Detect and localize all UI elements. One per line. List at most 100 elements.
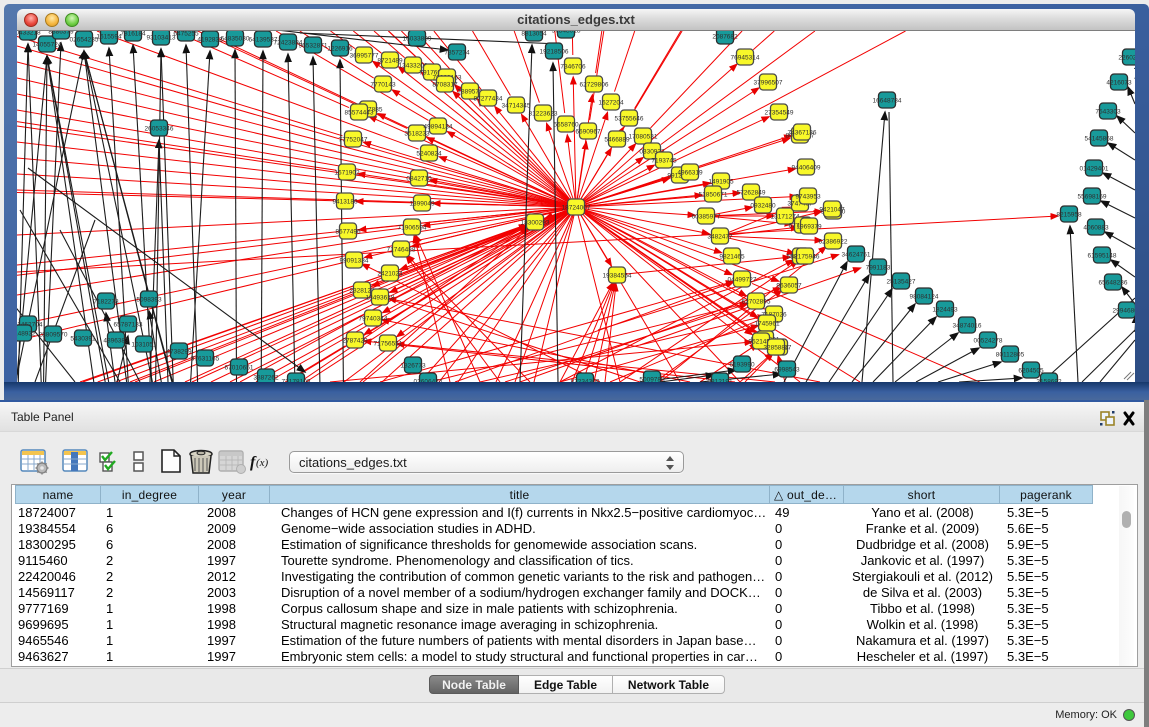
svg-text:34874016: 34874016 <box>953 323 982 330</box>
svg-text:53755646: 53755646 <box>615 116 644 123</box>
svg-text:1969379: 1969379 <box>796 224 822 231</box>
svg-text:8148932: 8148932 <box>17 331 36 338</box>
svg-text:3285884: 3285884 <box>763 345 789 352</box>
svg-text:7357274: 7357274 <box>444 50 470 57</box>
svg-text:4060883: 4060883 <box>1083 225 1109 232</box>
svg-text:37996507: 37996507 <box>754 80 783 87</box>
svg-text:1824493: 1824493 <box>932 307 958 314</box>
svg-text:16648784: 16648784 <box>873 98 902 105</box>
svg-text:1491905: 1491905 <box>708 179 734 186</box>
svg-text:67010651: 67010651 <box>225 365 254 372</box>
svg-text:62729806: 62729806 <box>580 82 609 89</box>
svg-text:73178108: 73178108 <box>282 379 311 383</box>
svg-text:6204505: 6204505 <box>1018 368 1044 375</box>
svg-text:19384554: 19384554 <box>603 273 632 280</box>
svg-text:26053346: 26053346 <box>145 126 174 133</box>
svg-text:4738299: 4738299 <box>166 349 192 356</box>
svg-text:64835030: 64835030 <box>221 36 250 43</box>
svg-text:96532871: 96532871 <box>299 43 328 50</box>
svg-text:65787133: 65787133 <box>114 322 143 329</box>
svg-text:7543303: 7543303 <box>1095 109 1121 116</box>
svg-text:82175946: 82175946 <box>791 254 820 261</box>
svg-text:3158692: 3158692 <box>1036 379 1062 383</box>
svg-text:5240824: 5240824 <box>416 151 442 158</box>
svg-text:0842710: 0842710 <box>406 176 432 183</box>
svg-text:71906594: 71906594 <box>398 225 427 232</box>
svg-text:9636057: 9636057 <box>776 283 802 290</box>
svg-text:17080531: 17080531 <box>629 134 658 141</box>
svg-text:4966319: 4966319 <box>677 170 703 177</box>
svg-text:61595148: 61595148 <box>1088 253 1117 260</box>
svg-text:65648236: 65648236 <box>1099 280 1128 287</box>
svg-text:7816184: 7816184 <box>120 31 146 38</box>
svg-text:3482477: 3482477 <box>707 234 733 241</box>
svg-text:8677496: 8677496 <box>335 229 361 236</box>
svg-text:6998543: 6998543 <box>774 367 800 374</box>
svg-text:7182278: 7182278 <box>93 299 119 306</box>
svg-text:76945314: 76945314 <box>731 55 760 62</box>
svg-text:6690967: 6690967 <box>575 129 601 136</box>
svg-text:28809570: 28809570 <box>39 332 68 339</box>
svg-text:9421047: 9421047 <box>819 207 845 214</box>
svg-text:2260256: 2260256 <box>1118 55 1135 62</box>
svg-text:4896383: 4896383 <box>103 338 129 345</box>
svg-text:71746488: 71746488 <box>387 247 416 254</box>
svg-text:18724007: 18724007 <box>562 205 591 212</box>
svg-text:7770143: 7770143 <box>370 82 396 89</box>
svg-text:74367136: 74367136 <box>788 130 817 137</box>
svg-text:87234309: 87234309 <box>571 379 600 383</box>
svg-text:19218506: 19218506 <box>540 49 569 56</box>
svg-text:1326773: 1326773 <box>400 363 426 370</box>
svg-text:5009788: 5009788 <box>639 377 665 383</box>
svg-text:9821465: 9821465 <box>719 254 745 261</box>
svg-text:8215958: 8215958 <box>1056 212 1082 219</box>
svg-text:34714345: 34714345 <box>502 103 531 110</box>
svg-text:7193745: 7193745 <box>651 158 677 165</box>
svg-text:1627204: 1627204 <box>598 100 624 107</box>
svg-text:37631165: 37631165 <box>191 356 220 363</box>
svg-text:1615594: 1615594 <box>96 34 122 41</box>
svg-text:62702895: 62702895 <box>742 299 771 306</box>
svg-text:7991183: 7991183 <box>866 265 891 272</box>
svg-text:51850671: 51850671 <box>699 192 728 199</box>
svg-text:5466889: 5466889 <box>604 137 630 144</box>
svg-text:2087682: 2087682 <box>712 34 738 41</box>
svg-text:29946804: 29946804 <box>1113 308 1135 315</box>
svg-text:55698169: 55698169 <box>1078 194 1107 201</box>
svg-text:97848018: 97848018 <box>552 31 581 35</box>
svg-text:36995777: 36995777 <box>350 53 379 60</box>
svg-text:3387262: 3387262 <box>253 375 279 382</box>
svg-text:5430391: 5430391 <box>70 336 96 343</box>
svg-text:0932480: 0932480 <box>750 203 776 210</box>
svg-text:3518233: 3518233 <box>404 131 430 138</box>
svg-text:02606474: 02606474 <box>414 379 443 383</box>
svg-text:18300293: 18300293 <box>521 220 550 227</box>
svg-text:4216073: 4216073 <box>1106 80 1132 87</box>
svg-text:1226916: 1226916 <box>327 46 353 53</box>
svg-text:16033809: 16033809 <box>403 36 432 43</box>
svg-text:98084124: 98084124 <box>910 294 939 301</box>
svg-text:4192832: 4192832 <box>197 37 223 44</box>
svg-text:8386379: 8386379 <box>48 31 74 36</box>
svg-text:49894134: 49894134 <box>424 124 453 131</box>
svg-text:01429401: 01429401 <box>1080 166 1109 173</box>
svg-text:00524278: 00524278 <box>974 338 1003 345</box>
svg-text:1745961: 1745961 <box>754 321 780 328</box>
svg-text:57262849: 57262849 <box>737 190 766 197</box>
svg-text:1031051: 1031051 <box>131 342 157 349</box>
svg-text:79740344: 79740344 <box>359 316 388 323</box>
svg-text:81223623: 81223623 <box>529 111 558 118</box>
svg-text:34624751: 34624751 <box>842 252 871 259</box>
svg-text:04499727: 04499727 <box>728 277 757 284</box>
svg-text:94406409: 94406409 <box>792 165 821 172</box>
svg-text:85574443: 85574443 <box>345 110 374 117</box>
svg-text:93103413: 93103413 <box>147 35 176 42</box>
svg-text:(x): (x) <box>256 457 269 469</box>
svg-text:6193990: 6193990 <box>729 362 755 369</box>
svg-text:2421024: 2421024 <box>377 271 403 278</box>
svg-text:0433218: 0433218 <box>17 31 41 37</box>
svg-text:62386922: 62386922 <box>819 239 848 246</box>
svg-text:1671902: 1671902 <box>334 170 360 177</box>
svg-text:8813054: 8813054 <box>521 31 547 38</box>
svg-text:87277434: 87277434 <box>474 96 503 103</box>
